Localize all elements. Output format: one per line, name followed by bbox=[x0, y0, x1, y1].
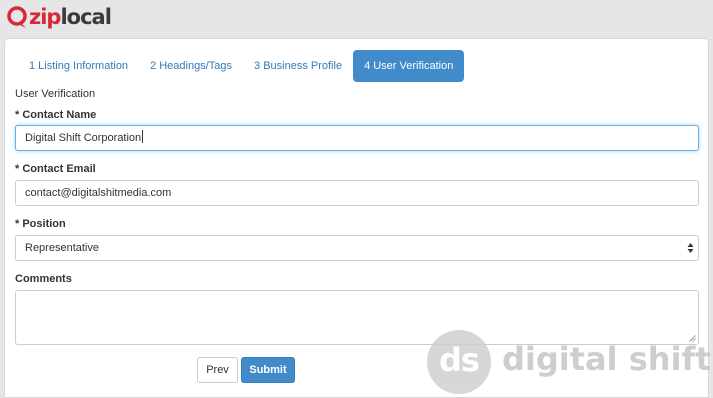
tab-listing-information[interactable]: 1 Listing Information bbox=[18, 50, 139, 82]
position-label: * Position bbox=[15, 218, 66, 230]
contact-email-label: * Contact Email bbox=[15, 163, 96, 175]
logo-prefix: zip bbox=[29, 5, 61, 29]
watermark-badge-text: ds bbox=[439, 341, 480, 379]
contact-name-value: Digital Shift Corporation bbox=[25, 132, 142, 144]
contact-name-label: * Contact Name bbox=[15, 109, 96, 121]
watermark-badge: ds bbox=[427, 330, 491, 394]
contact-email-value: contact@digitalshitmedia.com bbox=[25, 187, 172, 199]
position-select[interactable]: Representative bbox=[15, 235, 699, 261]
tab-business-profile[interactable]: 3 Business Profile bbox=[243, 50, 353, 82]
contact-name-label-text: Contact Name bbox=[22, 109, 97, 121]
logo-suffix: local bbox=[60, 5, 111, 29]
required-marker: * bbox=[15, 109, 20, 121]
contact-email-label-text: Contact Email bbox=[22, 163, 96, 175]
ziplocal-logo[interactable]: ziplocal bbox=[6, 5, 112, 29]
tab-user-verification[interactable]: 4 User Verification bbox=[353, 50, 465, 82]
speech-bubble-logo-icon bbox=[7, 6, 27, 28]
contact-name-input[interactable]: Digital Shift Corporation bbox=[15, 125, 699, 151]
required-marker: * bbox=[15, 218, 20, 230]
submit-button[interactable]: Submit bbox=[241, 357, 295, 383]
logo-wordmark: ziplocal bbox=[29, 5, 112, 29]
watermark-text: digital shift bbox=[502, 340, 711, 378]
digital-shift-watermark: ds digital shift bbox=[427, 330, 711, 394]
wizard-tabs: 1 Listing Information 2 Headings/Tags 3 … bbox=[18, 50, 465, 82]
comments-label: Comments bbox=[15, 273, 72, 285]
select-updown-arrow-icon bbox=[687, 243, 694, 253]
section-title: User Verification bbox=[15, 88, 96, 100]
top-bar: ziplocal bbox=[0, 0, 713, 38]
position-selected-value: Representative bbox=[25, 242, 99, 254]
required-marker: * bbox=[15, 163, 20, 175]
contact-email-input[interactable]: contact@digitalshitmedia.com bbox=[15, 180, 699, 206]
prev-button[interactable]: Prev bbox=[197, 357, 238, 383]
position-label-text: Position bbox=[22, 218, 66, 230]
text-cursor bbox=[142, 130, 144, 143]
tab-headings-tags[interactable]: 2 Headings/Tags bbox=[139, 50, 243, 82]
